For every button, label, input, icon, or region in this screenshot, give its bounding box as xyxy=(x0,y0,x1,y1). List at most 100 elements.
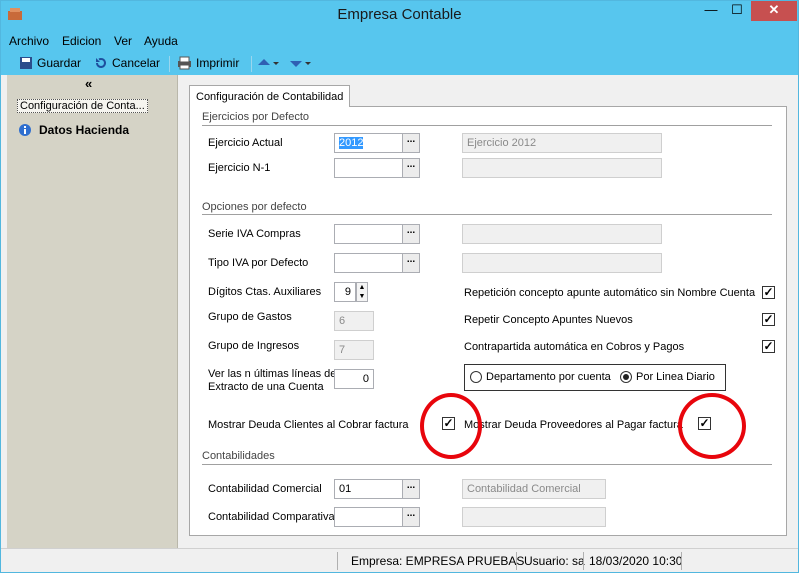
ejercicio-n1-lookup-button[interactable]: ... xyxy=(402,158,420,178)
menu-ver[interactable]: Ver xyxy=(114,34,132,48)
status-bar: Empresa: EMPRESA PRUEBAS Usuario: sa 18/… xyxy=(1,548,798,572)
maximize-button[interactable]: ☐ xyxy=(724,1,750,21)
section-divider xyxy=(202,464,772,465)
arrow-up-icon xyxy=(258,59,279,65)
cont-comparativa-label: Contabilidad Comparativa xyxy=(208,511,335,523)
serie-iva-desc xyxy=(462,224,662,244)
undo-icon xyxy=(96,57,106,68)
ejercicio-actual-input[interactable]: 2012 xyxy=(334,133,404,153)
tab-configuracion[interactable]: Configuración de Contabilidad xyxy=(189,85,351,107)
sidebar: « Configuración de Conta... Datos Hacien… xyxy=(7,75,178,548)
ejercicio-actual-lookup-button[interactable]: ... xyxy=(402,133,420,153)
floppy-icon xyxy=(20,57,32,69)
collapse-button[interactable]: « xyxy=(85,76,92,91)
menu-archivo[interactable]: Archivo xyxy=(9,34,49,48)
ultimas-lineas-input[interactable]: 0 xyxy=(334,369,374,389)
grupo-ingresos-input: 7 xyxy=(334,340,374,360)
section-ejercicios: Ejercicios por Defecto xyxy=(202,111,309,123)
cancel-button[interactable]: Cancelar xyxy=(94,56,160,70)
section-contabilidades: Contabilidades xyxy=(202,450,275,462)
deuda-proveedores-label: Mostrar Deuda Proveedores al Pagar factu… xyxy=(464,419,683,431)
status-separator xyxy=(337,552,338,570)
sidebar-item-label: Datos Hacienda xyxy=(39,123,130,137)
sidebar-item-label: Configuración de Conta... xyxy=(17,99,148,113)
cont-comparativa-lookup-button[interactable]: ... xyxy=(402,507,420,527)
serie-iva-label: Serie IVA Compras xyxy=(208,228,301,240)
radio-linea-diario[interactable]: Por Linea Diario xyxy=(620,371,715,383)
minimize-button[interactable]: — xyxy=(698,1,724,21)
stepper-up-icon[interactable]: ▲ xyxy=(357,283,367,292)
window-title: Empresa Contable xyxy=(337,6,462,23)
status-separator xyxy=(681,552,682,570)
ejercicio-n1-input[interactable] xyxy=(334,158,404,178)
section-divider xyxy=(202,214,772,215)
section-divider xyxy=(202,125,772,126)
digitos-label: Dígitos Ctas. Auxiliares xyxy=(208,286,322,298)
cont-comercial-desc: Contabilidad Comercial xyxy=(462,479,606,499)
digitos-stepper[interactable]: ▲ ▼ xyxy=(356,282,368,302)
ultimas-lineas-label: Ver las n últimas líneas de xyxy=(208,368,337,380)
arrow-down-icon xyxy=(290,61,311,67)
menu-ayuda[interactable]: Ayuda xyxy=(144,34,178,48)
radio-departamento[interactable]: Departamento por cuenta xyxy=(470,371,611,383)
deuda-clientes-label: Mostrar Deuda Clientes al Cobrar factura xyxy=(208,419,409,431)
serie-iva-lookup-button[interactable]: ... xyxy=(402,224,420,244)
toolbar-separator xyxy=(169,56,170,72)
cont-comercial-input[interactable]: 01 xyxy=(334,479,404,499)
close-button[interactable]: ✕ xyxy=(751,1,797,21)
contrapartida-checkbox[interactable]: ✓ xyxy=(762,340,775,353)
grupo-gastos-input: 6 xyxy=(334,311,374,331)
cont-comparativa-desc xyxy=(462,507,606,527)
ejercicio-n1-desc xyxy=(462,158,662,178)
status-separator xyxy=(516,552,517,570)
toolbar-separator xyxy=(251,56,252,72)
save-label: Guardar xyxy=(37,56,82,70)
menu-bar: Archivo Edicion Ver Ayuda xyxy=(1,29,798,53)
grupo-gastos-label: Grupo de Gastos xyxy=(208,311,292,323)
repeticion-label: Repetición concepto apunte automático si… xyxy=(464,287,756,299)
cont-comparativa-input[interactable] xyxy=(334,507,404,527)
status-fecha: 18/03/2020 10:30 xyxy=(589,554,683,568)
cont-comercial-label: Contabilidad Comercial xyxy=(208,483,322,495)
highlight-circle xyxy=(420,393,482,459)
tipo-iva-desc xyxy=(462,253,662,273)
info-icon xyxy=(19,124,31,136)
status-usuario: Usuario: sa xyxy=(524,554,585,568)
tipo-iva-input[interactable] xyxy=(334,253,404,273)
status-empresa: Empresa: EMPRESA PRUEBAS xyxy=(351,554,525,568)
radio-linea-diario-label: Por Linea Diario xyxy=(636,371,715,383)
app-window: Empresa Contable — ☐ ✕ Archivo Edicion V… xyxy=(0,0,799,573)
print-button[interactable]: Imprimir xyxy=(177,56,239,70)
highlight-circle xyxy=(678,393,746,459)
nav-up-button[interactable] xyxy=(257,56,279,70)
sidebar-item-configuracion[interactable]: Configuración de Conta... xyxy=(17,99,148,113)
stepper-down-icon[interactable]: ▼ xyxy=(357,292,367,301)
radio-departamento-icon xyxy=(470,371,482,383)
nav-down-button[interactable] xyxy=(289,56,311,70)
ejercicio-actual-desc: Ejercicio 2012 xyxy=(462,133,662,153)
sidebar-item-hacienda[interactable]: Datos Hacienda xyxy=(17,123,129,137)
status-separator xyxy=(583,552,584,570)
save-button[interactable]: Guardar xyxy=(19,56,81,70)
printer-icon xyxy=(178,56,191,70)
repeticion-checkbox[interactable]: ✓ xyxy=(762,286,775,299)
ultimas-lineas-label-2: Extracto de una Cuenta xyxy=(208,381,324,393)
tipo-iva-label: Tipo IVA por Defecto xyxy=(208,257,309,269)
section-opciones: Opciones por defecto xyxy=(202,201,307,213)
repetir-checkbox[interactable]: ✓ xyxy=(762,313,775,326)
contrapartida-label: Contrapartida automática en Cobros y Pag… xyxy=(464,341,685,353)
ejercicio-actual-label: Ejercicio Actual xyxy=(208,137,283,149)
menu-edicion[interactable]: Edicion xyxy=(62,34,101,48)
grupo-ingresos-label: Grupo de Ingresos xyxy=(208,340,300,352)
config-panel: Ejercicios por Defecto Ejercicio Actual … xyxy=(189,106,787,536)
toolbar: Guardar Cancelar Imprimir xyxy=(1,53,798,75)
serie-iva-input[interactable] xyxy=(334,224,404,244)
print-label: Imprimir xyxy=(196,56,240,70)
title-bar: Empresa Contable — ☐ ✕ xyxy=(1,1,798,29)
digitos-input[interactable]: 9 xyxy=(334,282,356,302)
tipo-iva-lookup-button[interactable]: ... xyxy=(402,253,420,273)
repetir-label: Repetir Concepto Apuntes Nuevos xyxy=(464,314,633,326)
radio-departamento-label: Departamento por cuenta xyxy=(486,371,611,383)
cont-comercial-lookup-button[interactable]: ... xyxy=(402,479,420,499)
cancel-label: Cancelar xyxy=(112,56,161,70)
